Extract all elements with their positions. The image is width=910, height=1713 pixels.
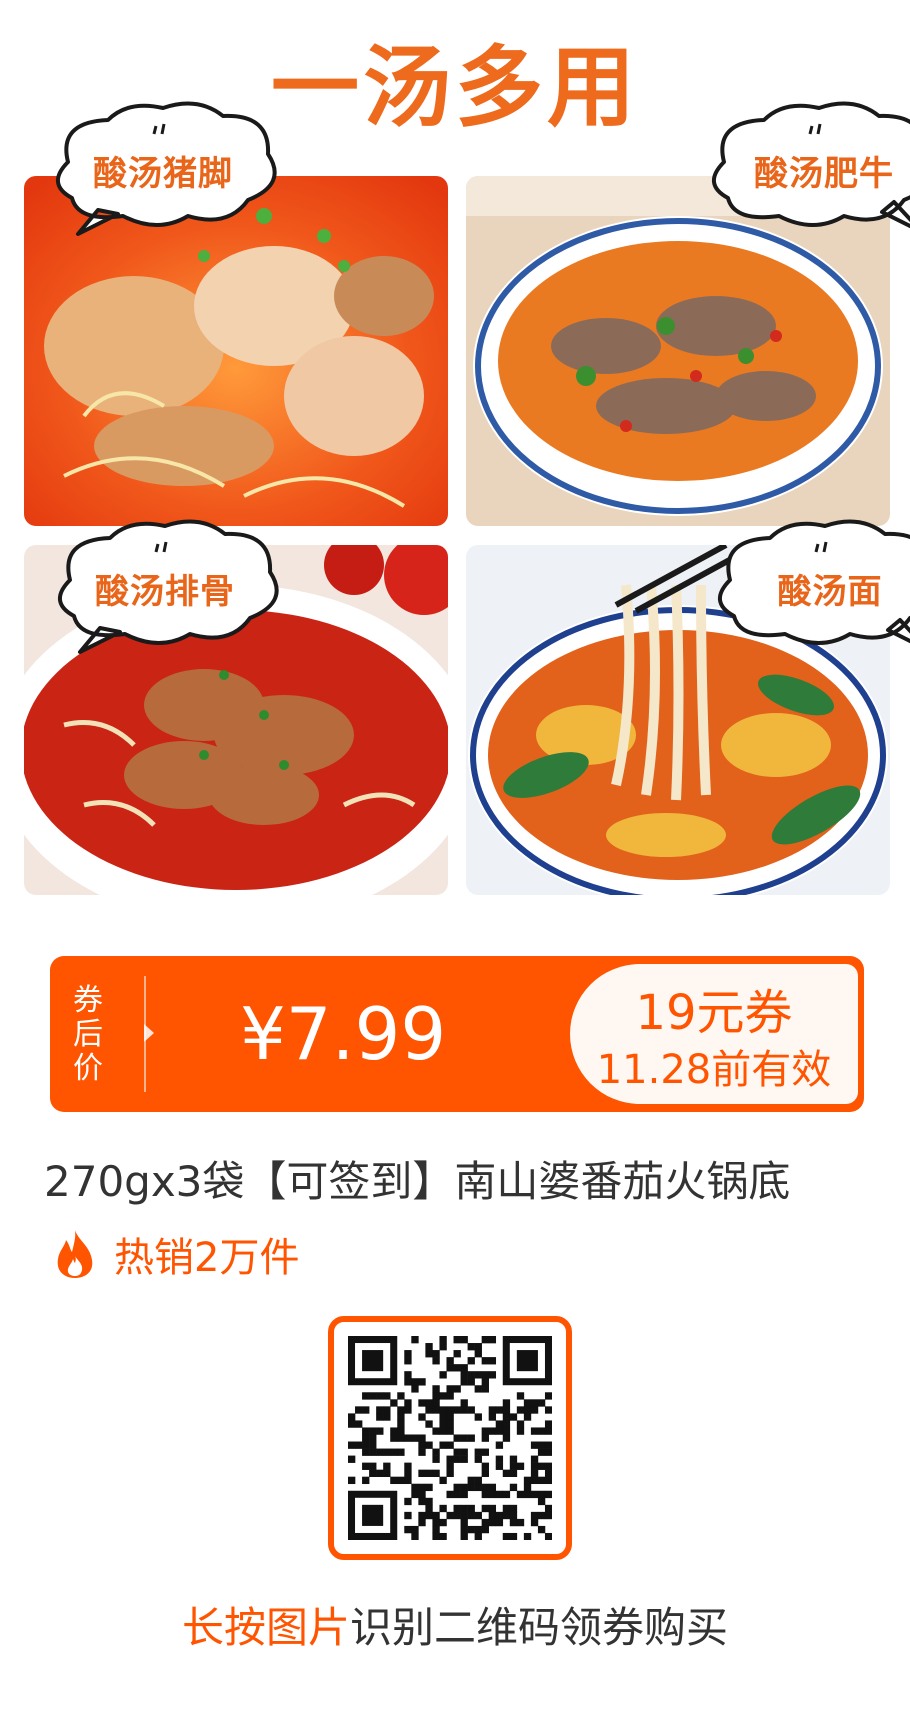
label-char: 券 (73, 983, 103, 1018)
sales-count: 热销2万件 (114, 1235, 300, 1281)
dish-label: 酸汤排骨 (95, 571, 235, 612)
dish-label-bubble: 酸汤肥牛 (694, 92, 910, 242)
coupon-price: ¥7.99 (240, 992, 447, 1076)
dish-label-bubble: 酸汤面 (700, 510, 910, 660)
voucher-validity: 11.28前有效 (596, 1047, 832, 1093)
label-char: 价 (73, 1051, 103, 1086)
dish-label: 酸汤猪脚 (93, 153, 233, 194)
dish-label: 酸汤面 (777, 571, 883, 612)
footer-highlight: 长按图片 (181, 1603, 350, 1652)
product-title: 270gx3袋【可签到】南山婆番茄火锅底 (44, 1157, 791, 1206)
dish-label-bubble: 酸汤猪脚 (38, 92, 288, 242)
chevron-right-icon (144, 1024, 154, 1042)
dish-label: 酸汤肥牛 (754, 153, 894, 194)
voucher-amount: 19元券 (635, 985, 793, 1041)
sales-badge: 热销2万件 (52, 1224, 299, 1284)
fire-icon (57, 1230, 93, 1278)
coupon-banner[interactable]: 券 后 价 ¥7.99 19元券 11.28前有效 (50, 956, 864, 1112)
footer-text: 识别二维码领券购买 (350, 1603, 729, 1652)
after-coupon-label: 券 后 价 (68, 984, 108, 1086)
qr-code-frame[interactable] (328, 1316, 572, 1560)
voucher-ticket[interactable]: 19元券 11.28前有效 (570, 964, 858, 1104)
promo-poster: 一汤多用 酸汤猪脚 酸汤肥牛 酸汤排骨 酸汤面 券 后 价 ¥7.99 19元券… (0, 0, 910, 1713)
dish-label-bubble: 酸汤排骨 (40, 510, 290, 660)
label-char: 后 (73, 1017, 103, 1052)
footer-instruction: 长按图片识别二维码领券购买 (0, 1598, 910, 1658)
qr-code[interactable] (348, 1336, 552, 1540)
